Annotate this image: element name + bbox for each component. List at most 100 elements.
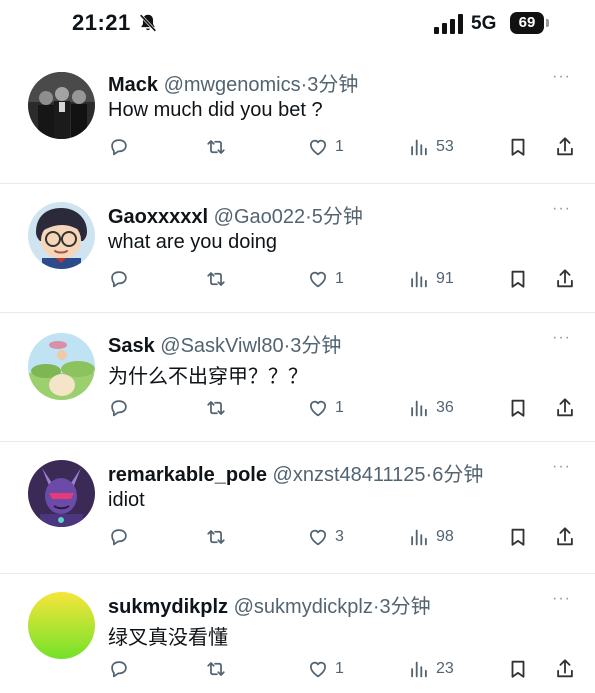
reply-tweet[interactable]: Mack @mwgenomics·3分钟 ··· How much did yo…	[0, 52, 595, 184]
share-icon	[557, 137, 573, 156]
view-count: 91	[436, 270, 454, 287]
retweet-button[interactable]	[205, 523, 233, 551]
reply-tweet[interactable]: Gaoxxxxxl @Gao022·5分钟 ··· what are you d…	[0, 184, 595, 313]
author-name[interactable]: remarkable_pole	[108, 464, 267, 486]
author-handle[interactable]: @xnzst48411125	[273, 464, 426, 486]
views-button[interactable]: 53	[408, 133, 454, 161]
views-chart-icon	[411, 661, 427, 678]
views-chart-icon	[411, 400, 427, 417]
bookmark-button[interactable]	[507, 265, 529, 293]
reply-icon	[111, 139, 127, 156]
like-button[interactable]: 3	[307, 523, 344, 551]
author-handle[interactable]: @sukmydickplz	[234, 596, 373, 618]
avatar[interactable]	[28, 592, 95, 659]
author-name[interactable]: sukmydikplz	[108, 596, 228, 618]
bookmark-button[interactable]	[507, 523, 529, 551]
heart-icon	[309, 139, 327, 156]
share-button[interactable]	[554, 394, 576, 422]
author-handle[interactable]: @mwgenomics	[164, 74, 301, 96]
like-button[interactable]: 1	[307, 133, 344, 161]
retweet-button[interactable]	[205, 655, 233, 683]
reply-button[interactable]	[108, 265, 136, 293]
retweet-icon	[207, 272, 225, 286]
share-button[interactable]	[554, 265, 576, 293]
views-button[interactable]: 23	[408, 655, 454, 683]
author-name[interactable]: Sask	[108, 335, 155, 357]
like-button[interactable]: 1	[307, 394, 344, 422]
more-options-icon[interactable]: ···	[552, 458, 571, 476]
author-name[interactable]: Mack	[108, 74, 158, 96]
timestamp[interactable]: 3分钟	[290, 335, 341, 357]
views-button[interactable]: 36	[408, 394, 454, 422]
reply-tweet[interactable]: remarkable_pole @xnzst48411125·6分钟 ··· i…	[0, 442, 595, 574]
tweet-text: what are you doing	[108, 231, 278, 253]
bookmark-icon	[511, 660, 525, 678]
tweet-text: 为什么不出穿甲？？？	[108, 366, 308, 388]
avatar[interactable]	[28, 72, 95, 139]
avatar[interactable]	[28, 333, 95, 400]
share-button[interactable]	[554, 133, 576, 161]
timestamp[interactable]: 6分钟	[432, 464, 483, 486]
bookmark-button[interactable]	[507, 133, 529, 161]
like-count: 3	[335, 528, 344, 545]
separator-dot: ·	[305, 206, 312, 228]
like-count: 1	[335, 138, 344, 155]
share-icon	[557, 398, 573, 417]
avatar-image	[28, 333, 95, 400]
author-handle[interactable]: @Gao022	[214, 206, 305, 228]
views-button[interactable]: 98	[408, 523, 454, 551]
author-handle[interactable]: @SaskViwl80	[160, 335, 283, 357]
bookmark-button[interactable]	[507, 655, 529, 683]
retweet-button[interactable]	[205, 265, 233, 293]
like-count: 1	[335, 399, 344, 416]
retweet-button[interactable]	[205, 133, 233, 161]
like-button[interactable]: 1	[307, 265, 344, 293]
timestamp[interactable]: 3分钟	[380, 596, 431, 618]
bookmark-icon	[511, 528, 525, 546]
share-button[interactable]	[554, 655, 576, 683]
reply-button[interactable]	[108, 133, 136, 161]
more-options-icon[interactable]: ···	[552, 590, 571, 608]
tweet-header: Mack @mwgenomics·3分钟	[108, 68, 358, 97]
bookmark-icon	[511, 138, 525, 156]
more-options-icon[interactable]: ···	[552, 329, 571, 347]
bookmark-button[interactable]	[507, 394, 529, 422]
share-icon	[557, 659, 573, 678]
reply-button[interactable]	[108, 394, 136, 422]
signal-bars-icon	[434, 14, 463, 34]
avatar[interactable]	[28, 460, 95, 527]
heart-icon	[309, 271, 327, 288]
reply-button[interactable]	[108, 523, 136, 551]
more-options-icon[interactable]: ···	[552, 200, 571, 218]
tweet-text: How much did you bet ?	[108, 99, 323, 121]
share-icon	[557, 527, 573, 546]
reply-button[interactable]	[108, 655, 136, 683]
action-bar: 1 23	[0, 655, 595, 683]
author-name[interactable]: Gaoxxxxxl	[108, 206, 208, 228]
reply-icon	[111, 661, 127, 678]
bell-slash-icon	[139, 14, 157, 32]
avatar[interactable]	[28, 202, 95, 269]
retweet-icon	[207, 401, 225, 415]
action-bar: 1 91	[0, 265, 595, 293]
tweet-header: Sask @SaskViwl80·3分钟	[108, 329, 341, 358]
reply-tweet[interactable]: Sask @SaskViwl80·3分钟 ··· 为什么不出穿甲？？？ 1 36	[0, 313, 595, 442]
retweet-icon	[207, 140, 225, 154]
share-button[interactable]	[554, 523, 576, 551]
share-icon	[557, 269, 573, 288]
timestamp[interactable]: 5分钟	[312, 206, 363, 228]
like-button[interactable]: 1	[307, 655, 344, 683]
reply-tweet[interactable]: sukmydikplz @sukmydickplz·3分钟 ··· 绿叉真没看懂…	[0, 574, 595, 693]
separator-dot: ·	[372, 596, 380, 618]
tweet-header: sukmydikplz @sukmydickplz·3分钟	[108, 590, 431, 619]
views-button[interactable]: 91	[408, 265, 454, 293]
views-chart-icon	[411, 529, 427, 546]
timestamp[interactable]: 3分钟	[307, 74, 358, 96]
tweet-text: 绿叉真没看懂	[108, 627, 228, 649]
retweet-icon	[207, 662, 225, 676]
view-count: 23	[436, 660, 454, 677]
reply-icon	[111, 529, 127, 546]
retweet-button[interactable]	[205, 394, 233, 422]
avatar-image	[28, 202, 95, 269]
more-options-icon[interactable]: ···	[552, 68, 571, 86]
